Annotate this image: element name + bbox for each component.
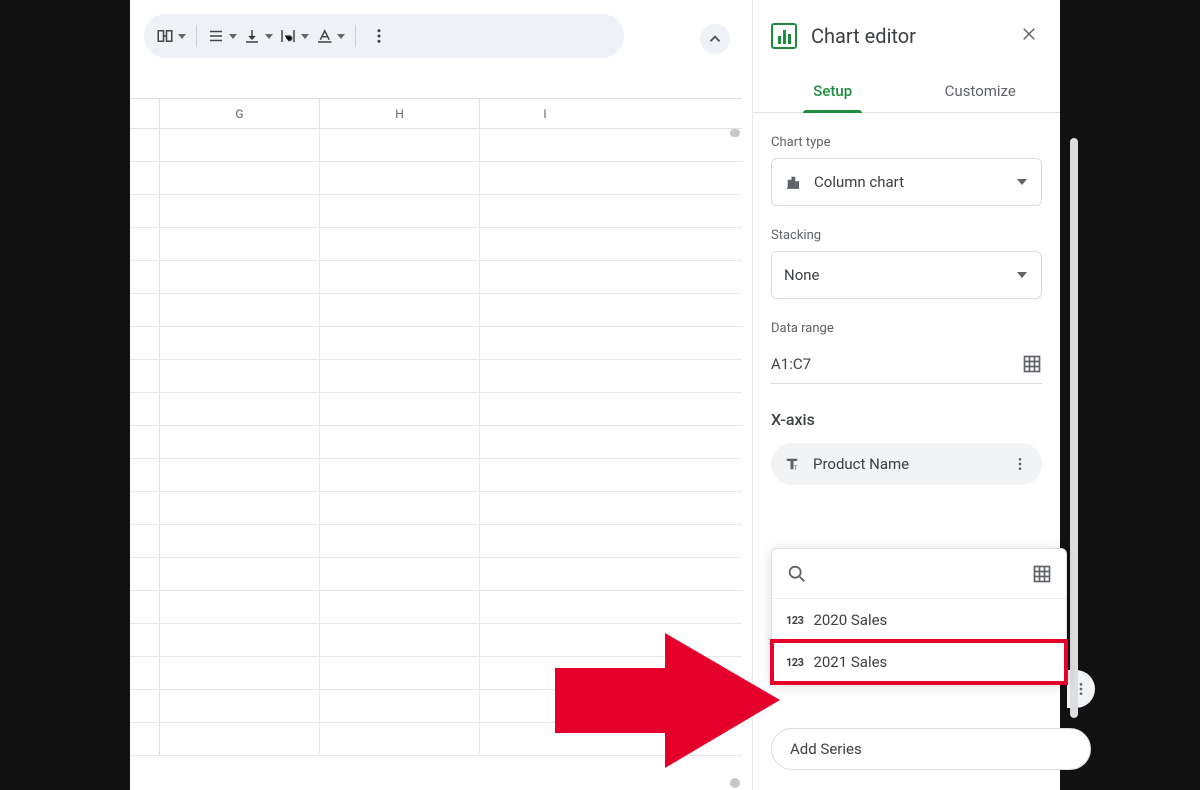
series-option-label: 2021 Sales <box>813 653 887 671</box>
table-row[interactable] <box>130 525 742 558</box>
chart-type-select[interactable]: Column chart <box>771 158 1042 206</box>
chevron-down-icon <box>1017 272 1027 278</box>
number-type-icon: 123 <box>786 614 803 627</box>
tab-customize[interactable]: Customize <box>907 70 1055 112</box>
column-header[interactable]: I <box>480 99 610 128</box>
panel-title: Chart editor <box>811 24 1002 48</box>
series-search-row <box>772 549 1066 599</box>
chevron-down-icon <box>1017 179 1027 185</box>
select-range-icon[interactable] <box>1032 564 1052 584</box>
chart-editor-icon <box>771 23 797 49</box>
data-range-field[interactable]: A1:C7 <box>771 344 1042 384</box>
tab-setup[interactable]: Setup <box>759 70 907 112</box>
data-range-value: A1:C7 <box>771 355 811 373</box>
horizontal-align-button[interactable] <box>207 21 237 51</box>
vertical-align-icon <box>243 27 261 45</box>
table-row[interactable] <box>130 393 742 426</box>
stacking-value: None <box>784 266 820 284</box>
data-range-label: Data range <box>771 321 1042 336</box>
chart-editor-panel: Chart editor Setup Customize Chart type … <box>752 0 1060 790</box>
table-row[interactable] <box>130 294 742 327</box>
chevron-up-icon <box>706 30 724 48</box>
series-option[interactable]: 123 2021 Sales <box>772 641 1066 683</box>
panel-scrollbar[interactable] <box>1070 138 1078 718</box>
column-chart-icon <box>784 173 802 191</box>
chart-type-label: Chart type <box>771 135 1042 150</box>
number-type-icon: 123 <box>786 656 803 669</box>
chip-more-button[interactable] <box>1006 450 1034 478</box>
table-row[interactable] <box>130 657 742 690</box>
stacking-label: Stacking <box>771 228 1042 243</box>
table-row[interactable] <box>130 591 742 624</box>
text-rotate-icon <box>315 27 333 45</box>
table-row[interactable] <box>130 129 742 162</box>
text-wrap-icon <box>279 27 297 45</box>
table-row[interactable] <box>130 195 742 228</box>
table-row[interactable] <box>130 690 742 723</box>
table-row[interactable] <box>130 558 742 591</box>
table-row[interactable] <box>130 624 742 657</box>
table-row[interactable] <box>130 261 742 294</box>
table-row[interactable] <box>130 459 742 492</box>
formatting-toolbar <box>130 0 750 72</box>
vertical-scrollbar[interactable] <box>730 129 740 137</box>
text-rotation-button[interactable] <box>315 21 345 51</box>
series-option[interactable]: 123 2020 Sales <box>772 599 1066 641</box>
close-button[interactable] <box>1016 20 1042 52</box>
series-option-label: 2020 Sales <box>813 611 887 629</box>
close-icon <box>1020 24 1038 42</box>
table-row[interactable] <box>130 162 742 195</box>
add-series-label: Add Series <box>790 740 862 758</box>
series-picker-popover: 123 2020 Sales 123 2021 Sales <box>771 548 1067 684</box>
merge-cells-button[interactable] <box>156 21 186 51</box>
column-header[interactable]: G <box>160 99 320 128</box>
panel-tabs: Setup Customize <box>753 70 1060 113</box>
vertical-scrollbar[interactable] <box>730 778 740 788</box>
column-header[interactable]: H <box>320 99 480 128</box>
table-row[interactable] <box>130 228 742 261</box>
merge-cells-icon <box>156 27 174 45</box>
text-type-icon: T <box>783 455 801 473</box>
table-row[interactable] <box>130 492 742 525</box>
text-wrap-button[interactable] <box>279 21 309 51</box>
x-axis-value: Product Name <box>813 455 909 473</box>
more-vert-icon <box>370 27 388 45</box>
toolbar-more-button[interactable] <box>366 21 392 51</box>
svg-text:T: T <box>794 464 798 472</box>
stacking-select[interactable]: None <box>771 251 1042 299</box>
horizontal-align-icon <box>207 27 225 45</box>
spreadsheet-grid[interactable]: G H I <box>130 98 742 790</box>
x-axis-chip[interactable]: T Product Name <box>771 443 1042 485</box>
search-icon[interactable] <box>786 563 808 585</box>
select-range-icon[interactable] <box>1022 354 1042 374</box>
chart-type-value: Column chart <box>814 173 904 191</box>
table-row[interactable] <box>130 360 742 393</box>
table-row[interactable] <box>130 723 742 756</box>
table-row[interactable] <box>130 426 742 459</box>
table-row[interactable] <box>130 327 742 360</box>
column-header-row: G H I <box>130 99 742 129</box>
vertical-align-button[interactable] <box>243 21 273 51</box>
add-series-button[interactable]: Add Series <box>771 728 1091 770</box>
toolbar-collapse-button[interactable] <box>700 24 730 54</box>
x-axis-section-title: X-axis <box>771 410 1042 429</box>
